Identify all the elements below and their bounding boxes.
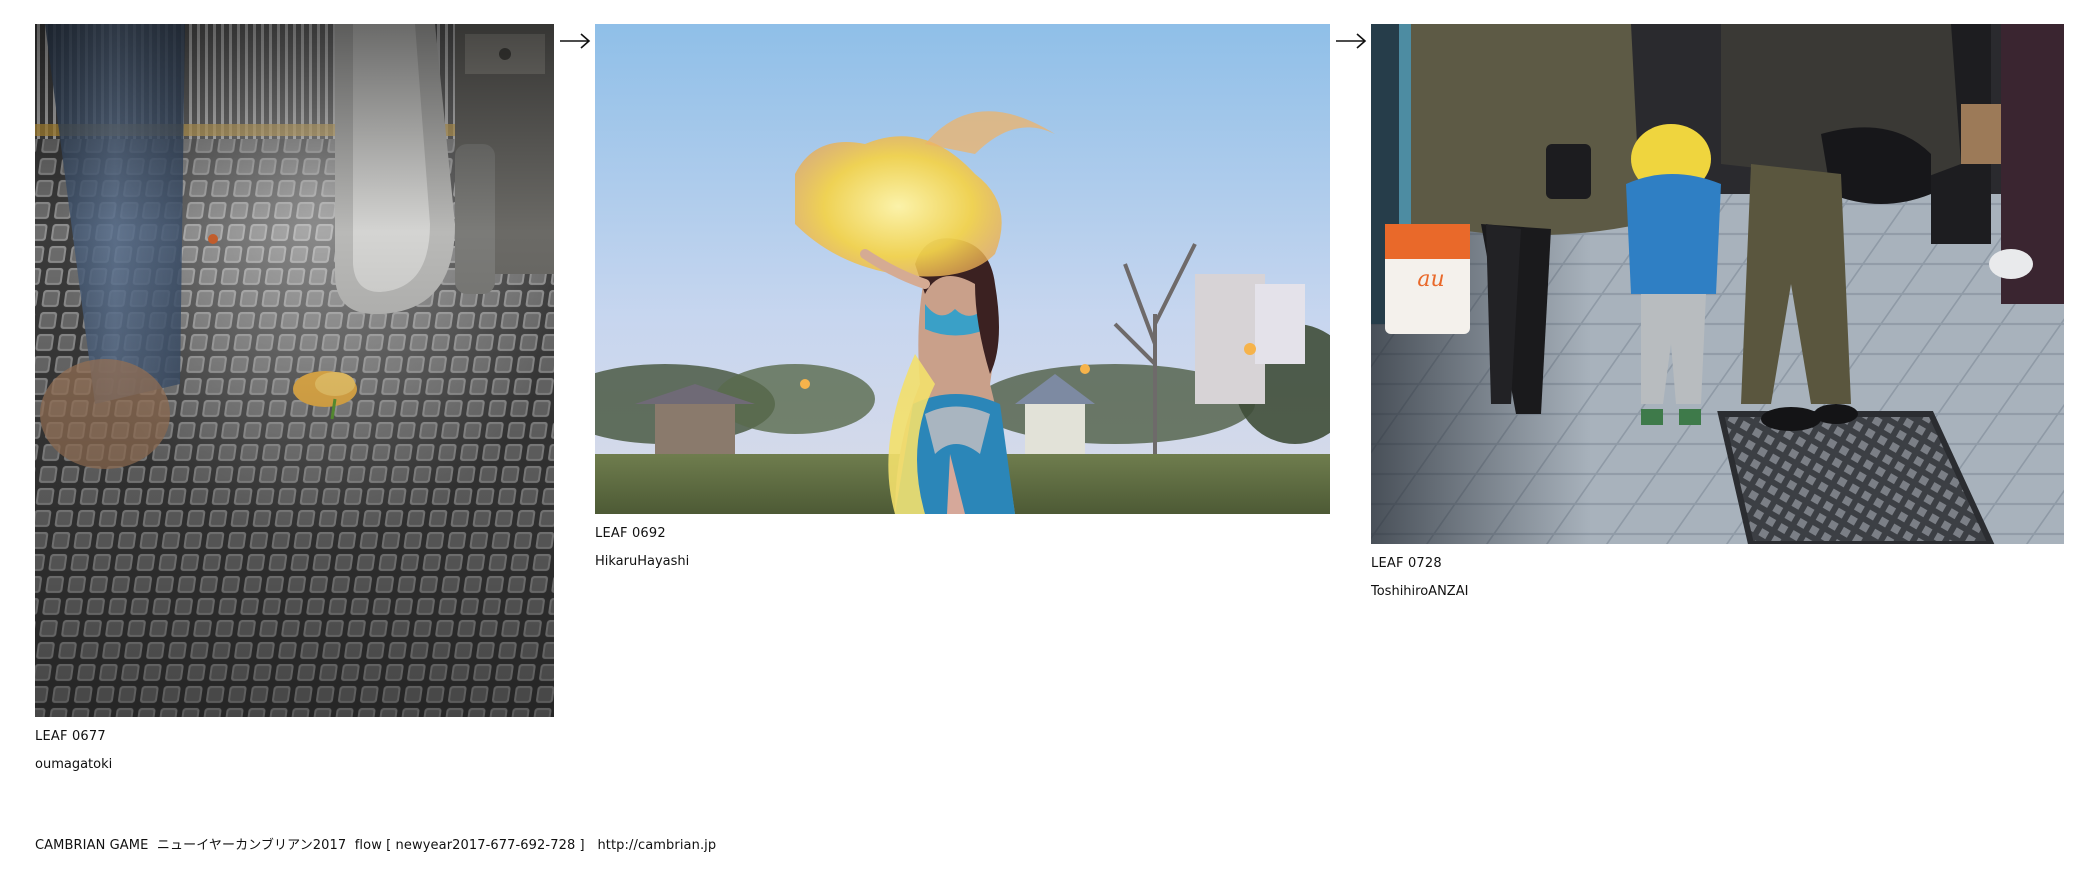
leaf-id-label: LEAF 0677	[35, 729, 106, 744]
footer-site-link[interactable]: CAMBRIAN GAME	[35, 838, 148, 853]
leaf-author-link[interactable]: oumagatoki	[35, 757, 554, 773]
leaf-photo-0677[interactable]	[35, 24, 554, 717]
leaf-author-link[interactable]: HikaruHayashi	[595, 554, 1330, 570]
leaf-0692: LEAF 0692 HikaruHayashi	[595, 24, 1330, 570]
arrow-right-icon	[560, 33, 591, 49]
footer-flow-label: flow [ newyear2017-677-692-728 ]	[354, 838, 585, 853]
street-child-image: au	[1371, 24, 2064, 544]
leaf-0728: au LEAF 0728 ToshihiroANZAI	[1371, 24, 2064, 600]
leaf-0677: LEAF 0677 oumagatoki	[35, 24, 554, 773]
belly-dancer-image	[595, 24, 1330, 514]
leaf-photo-0692[interactable]	[595, 24, 1330, 514]
leaf-photo-0728[interactable]: au	[1371, 24, 2064, 544]
leaf-author-link[interactable]: ToshihiroANZAI	[1371, 584, 2064, 600]
leaf-id-label: LEAF 0692	[595, 526, 666, 541]
footer-event-link[interactable]: ニューイヤーカンブリアン2017	[157, 838, 346, 853]
escalator-rose-image	[35, 24, 554, 717]
svg-text:au: au	[1417, 267, 1444, 292]
arrow-right-icon	[1336, 33, 1367, 49]
footer: CAMBRIAN GAME ニューイヤーカンブリアン2017 flow [ ne…	[35, 838, 716, 854]
leaf-id-label: LEAF 0728	[1371, 556, 1442, 571]
footer-url-link[interactable]: http://cambrian.jp	[597, 838, 716, 853]
